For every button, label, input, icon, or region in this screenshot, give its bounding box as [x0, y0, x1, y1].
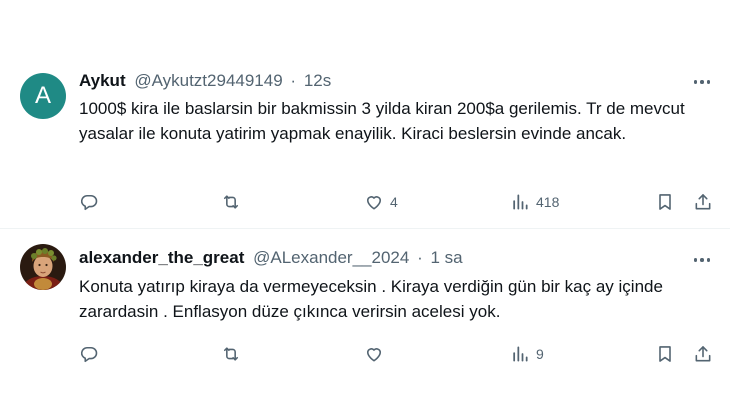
bookmark-icon	[659, 346, 671, 362]
tweet-divider	[0, 228, 730, 229]
views-button[interactable]: 418	[510, 190, 559, 214]
tweet[interactable]: alexander_the_great @ALexander__2024 · 1…	[0, 232, 730, 420]
more-icon[interactable]	[690, 250, 714, 270]
user-handle[interactable]: @ALexander__2024	[253, 248, 409, 267]
display-name[interactable]: alexander_the_great	[79, 248, 244, 267]
tweet-actions: 4 418	[79, 190, 719, 214]
heart-icon	[366, 196, 382, 210]
retweet-icon	[223, 195, 239, 209]
heart-icon	[366, 348, 382, 362]
views-icon	[513, 194, 528, 210]
views-button[interactable]: 9	[510, 342, 544, 366]
tweet-header: Aykut @Aykutzt29449149 · 12s	[79, 70, 331, 92]
tweet-feed: A Aykut @Aykutzt29449149 · 12s 1000$ kir…	[0, 0, 730, 420]
avatar-letter: A	[34, 82, 51, 109]
bookmark-button[interactable]	[655, 190, 675, 214]
reply-button[interactable]	[79, 190, 105, 214]
more-icon[interactable]	[690, 72, 714, 92]
retweet-icon	[223, 347, 239, 361]
tweet-header: alexander_the_great @ALexander__2024 · 1…	[79, 247, 463, 269]
avatar[interactable]	[20, 244, 66, 290]
separator-dot: ·	[417, 248, 423, 267]
separator-dot: ·	[290, 71, 297, 90]
view-count: 9	[536, 346, 544, 362]
bookmark-icon	[659, 194, 671, 210]
portrait-avatar-icon	[20, 244, 66, 290]
like-button[interactable]: 4	[364, 190, 398, 214]
share-icon	[695, 346, 711, 362]
reply-icon	[80, 194, 98, 211]
reply-button[interactable]	[79, 342, 105, 366]
retweet-button[interactable]	[221, 342, 247, 366]
share-button[interactable]	[693, 190, 713, 214]
timestamp[interactable]: 1 sa	[430, 248, 462, 267]
user-handle[interactable]: @Aykutzt29449149	[134, 71, 282, 90]
reply-icon	[80, 346, 98, 363]
like-button[interactable]	[364, 342, 390, 366]
retweet-button[interactable]	[221, 190, 247, 214]
tweet[interactable]: A Aykut @Aykutzt29449149 · 12s 1000$ kir…	[0, 58, 730, 228]
view-count: 418	[536, 194, 560, 210]
share-button[interactable]	[693, 342, 713, 366]
timestamp[interactable]: 12s	[304, 71, 331, 90]
like-count: 4	[390, 194, 398, 210]
display-name[interactable]: Aykut	[79, 71, 126, 90]
tweet-text: 1000$ kira ile baslarsin bir bakmissin 3…	[79, 99, 685, 143]
tweet-actions: 9	[79, 342, 719, 366]
tweet-text: Konuta yatırıp kiraya da vermeyeceksin .…	[79, 277, 663, 321]
views-icon	[513, 346, 528, 362]
bookmark-button[interactable]	[655, 342, 675, 366]
share-icon	[695, 194, 711, 210]
avatar[interactable]: A	[20, 73, 66, 119]
